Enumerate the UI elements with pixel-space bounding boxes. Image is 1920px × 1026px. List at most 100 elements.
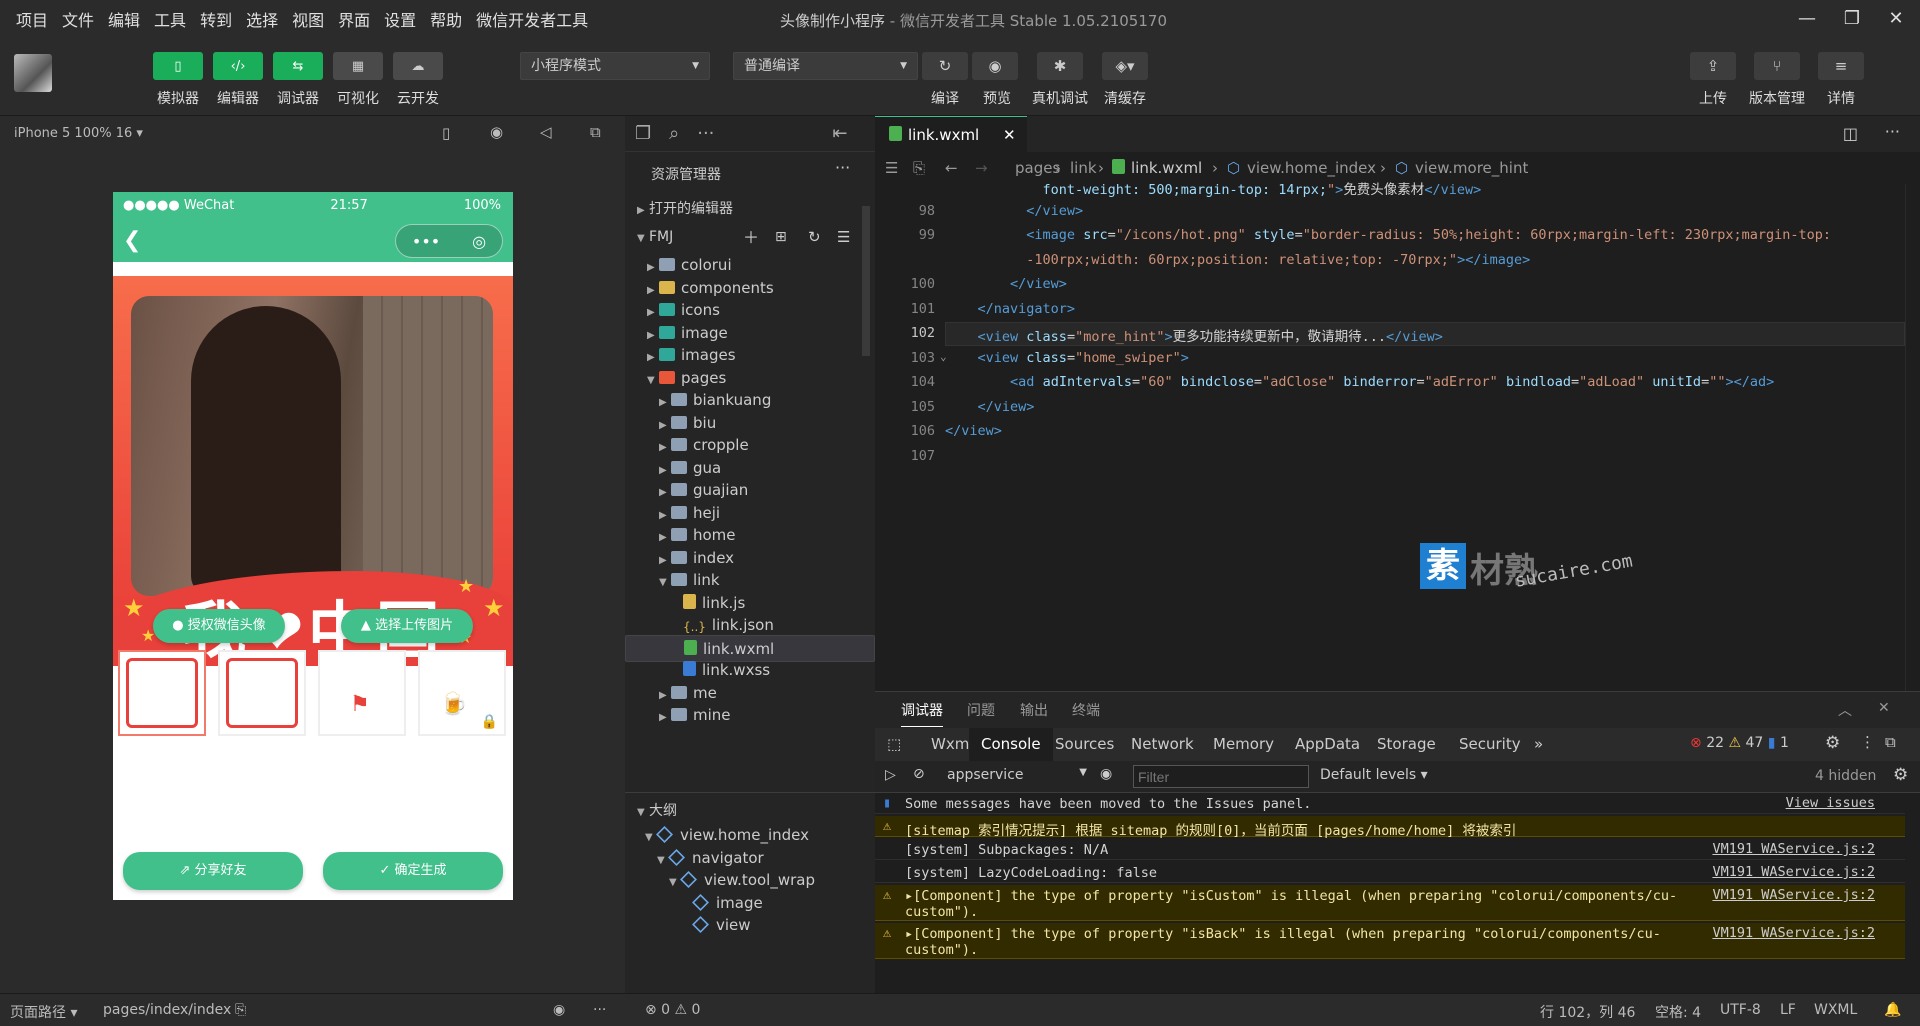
close-target-icon[interactable]: ◎ [472,232,486,251]
inspect-icon[interactable]: ⬚ [875,728,913,761]
compile-button[interactable]: ↻ [922,52,968,80]
minimize-button[interactable]: — [1795,7,1819,31]
tab-output[interactable]: 输出 [1020,700,1048,720]
console-source-link[interactable]: VM191 WAService.js:2 [1712,887,1875,903]
search-icon[interactable]: ⌕ [669,123,679,144]
clear-cache-button[interactable]: ◈▾ [1102,52,1148,80]
menu-view[interactable]: 视图 [292,7,324,31]
details-button[interactable]: ≡ [1818,52,1864,80]
menu-file[interactable]: 文件 [62,7,94,31]
menu-interface[interactable]: 界面 [338,7,370,31]
menu-help[interactable]: 帮助 [430,7,462,31]
devtab-storage[interactable]: Storage [1365,728,1448,761]
phone-icon[interactable]: ▯ [442,124,450,142]
collapse-panel-icon[interactable]: ⇤ [832,123,847,144]
page-path-label[interactable]: 页面路径 ▾ [10,1002,77,1022]
console-settings-icon[interactable]: ⚙ [1893,765,1908,785]
console-filter-input[interactable] [1133,765,1309,788]
log-levels-select[interactable]: Default levels ▾ [1320,767,1428,783]
code-line[interactable]: <view class="home_swiper"> [945,350,1189,366]
bookmark-icon[interactable]: ⎘ [913,152,925,184]
code-area[interactable]: font-weight: 500;margin-top: 14rpx;">免费头… [875,182,1920,691]
devtab-sources[interactable]: Sources [1043,728,1126,761]
code-line[interactable]: </view> [945,399,1035,415]
remote-debug-button[interactable]: ✱ [1037,52,1083,80]
frame-option-4[interactable]: 🍺 🔒 [418,650,506,736]
code-line[interactable]: -100rpx;width: 60rpx;position: relative;… [945,252,1530,268]
encoding-setting[interactable]: UTF-8 [1720,1002,1761,1018]
capsule-menu[interactable]: ••• ◎ [395,224,503,258]
code-line[interactable]: </navigator> [945,301,1076,317]
indent-setting[interactable]: 空格: 4 [1655,1002,1701,1022]
code-line[interactable]: <ad adIntervals="60" bindclose="adClose"… [945,374,1774,390]
more-icon[interactable]: ··· [697,123,714,144]
menu-project[interactable]: 项目 [16,7,48,31]
close-panel-icon[interactable]: ✕ [1878,700,1890,716]
device-select[interactable]: iPhone 5 100% 16 ▾ [14,126,143,141]
more-actions-icon[interactable]: ··· [1885,122,1900,141]
outline-item-view[interactable]: view [625,912,875,939]
context-select[interactable]: appservice ▼ [947,767,1087,783]
open-editors-section[interactable]: ▶ 打开的编辑器 [625,196,875,223]
visual-toggle-button[interactable]: ▦ [333,52,383,80]
back-arrow-icon[interactable]: ❮ [123,228,141,253]
files-icon[interactable]: ❐ [635,123,651,144]
auth-avatar-button[interactable]: ● 授权微信头像 [153,609,285,643]
kebab-icon[interactable]: ⋮ [1860,733,1875,751]
version-button[interactable]: ⑂ [1754,52,1800,80]
mode-select[interactable]: 小程序模式 ▼ [520,52,710,80]
code-line[interactable]: font-weight: 500;margin-top: 14rpx;">免费头… [945,178,1482,198]
preview-button[interactable]: ◉ [972,52,1018,80]
console-message[interactable]: ⚠ ▸[Component] the type of property "isBa… [875,923,1905,959]
popout-icon[interactable]: ⧉ [590,123,601,141]
upload-image-button[interactable]: ▲ 选择上传图片 [341,609,473,643]
menu-goto[interactable]: 转到 [200,7,232,31]
eol-setting[interactable]: LF [1780,1002,1796,1018]
console-message[interactable]: ⚠ ▸[Component] the type of property "isCu… [875,885,1905,921]
simulator-toggle-button[interactable]: ▯ [153,52,203,80]
sound-icon[interactable]: ◁ [540,123,552,141]
menu-tools[interactable]: 工具 [154,7,186,31]
language-mode[interactable]: WXML [1814,1002,1857,1018]
devtab-network[interactable]: Network [1119,728,1206,761]
editor-scrollbar[interactable] [1905,184,1920,691]
devtab-memory[interactable]: Memory [1201,728,1286,761]
tab-link-wxml[interactable]: link.wxml ✕ [875,116,1027,152]
debugger-toggle-button[interactable]: ⇆ [273,52,323,80]
close-tab-icon[interactable]: ✕ [1003,117,1016,153]
more-tabs-icon[interactable]: » [1522,728,1555,761]
console-source-link[interactable]: View issues [1786,795,1875,811]
collapse-all-icon[interactable]: ☰ [837,224,850,251]
console-message[interactable]: ⚠ [sitemap 索引情况提示] 根据 sitemap 的规则[0]，当前页面… [875,816,1905,839]
copy-icon[interactable]: ⎘ [235,1002,246,1018]
devtab-security[interactable]: Security [1447,728,1533,761]
project-root[interactable]: ▼ FMJ ＋ ⊞ ↻ ☰ [625,224,875,251]
compile-select[interactable]: 普通编译 ▼ [733,52,918,80]
gear-icon[interactable]: ⚙ [1825,733,1840,753]
new-folder-icon[interactable]: ⊞ [775,224,787,251]
clear-console-icon[interactable]: ⊘ [913,766,925,782]
collapse-panel-icon[interactable]: ︿ [1838,700,1852,720]
sidebar-toggle-icon[interactable]: ▷ [885,767,896,783]
dock-icon[interactable]: ⧉ [1885,733,1896,751]
code-line[interactable]: </view> [945,276,1067,292]
frame-option-1[interactable] [118,650,206,736]
console-source-link[interactable]: VM191 WAService.js:2 [1712,864,1875,880]
fold-chevron-icon[interactable]: ⌄ [940,350,947,363]
console-message[interactable]: [system] LazyCodeLoading: false VM191 WAS… [875,862,1905,883]
code-line[interactable]: <view class="more_hint">更多功能持续更新中，敬请期待..… [945,325,1443,345]
console-message[interactable]: ▮ Some messages have been moved to the Is… [875,793,1905,814]
avatar-photo[interactable] [131,296,493,596]
frame-option-2[interactable] [218,650,306,736]
menu-select[interactable]: 选择 [246,7,278,31]
confirm-generate-button[interactable]: ✓ 确定生成 [323,852,503,890]
eye-icon[interactable]: ◉ [1100,766,1112,782]
menu-edit[interactable]: 编辑 [108,7,140,31]
refresh-icon[interactable]: ↻ [808,224,821,251]
new-file-icon[interactable]: ＋ [743,224,759,251]
more-icon[interactable]: ··· [593,1002,606,1018]
code-line[interactable]: <image src="/icons/hot.png" style="borde… [945,227,1831,243]
console-source-link[interactable]: VM191 WAService.js:2 [1712,925,1875,941]
tree-scrollbar[interactable] [862,206,870,356]
more-dots-icon[interactable]: ••• [412,232,440,251]
